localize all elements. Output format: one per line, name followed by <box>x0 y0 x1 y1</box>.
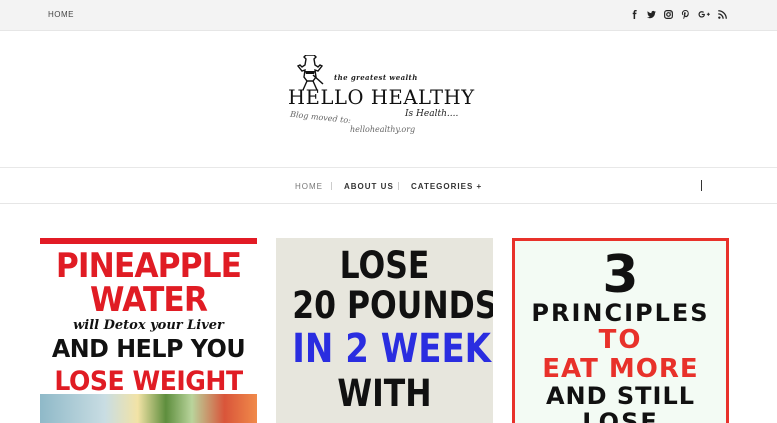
main-nav: HOME ABOUT US CATEGORIES + <box>0 168 777 204</box>
post-image-text: WATER <box>89 280 208 320</box>
post-image-text: WITH <box>337 372 432 415</box>
post-image-text: LOSE <box>339 244 430 287</box>
top-home-link[interactable]: HOME <box>48 10 74 19</box>
post-image-text: EAT MORE <box>542 354 699 384</box>
site-logo[interactable]: the greatest wealth HELLO HEALTHY Is Hea… <box>288 53 493 138</box>
post-card[interactable]: 3 PRINCIPLES TO EAT MORE AND STILL LOSE <box>512 238 729 423</box>
facebook-icon[interactable] <box>630 9 639 20</box>
post-card[interactable]: PINEAPPLE WATER will Detox your Liver AN… <box>40 238 257 423</box>
post-image-text: 3 <box>602 245 639 305</box>
post-image-text: AND STILL <box>545 382 696 410</box>
post-photo <box>40 394 257 423</box>
nav-item-home[interactable]: HOME <box>295 182 323 191</box>
logo-subtitle: Is Health.... <box>405 109 459 119</box>
pinterest-icon[interactable] <box>681 9 690 20</box>
search-toggle[interactable] <box>701 180 702 191</box>
post-grid: PINEAPPLE WATER will Detox your Liver AN… <box>0 204 777 423</box>
rss-icon[interactable] <box>718 9 727 20</box>
nav-item-about[interactable]: ABOUT US <box>344 182 394 191</box>
post-image-text: will Detox your Liver <box>73 318 224 333</box>
post-image-text: IN 2 WEEKS <box>292 326 493 372</box>
post-image-text: PRINCIPLES <box>531 299 710 327</box>
site-header: the greatest wealth HELLO HEALTHY Is Hea… <box>0 31 777 168</box>
instagram-icon[interactable] <box>664 9 673 20</box>
post-image-text: LOSE <box>582 408 659 423</box>
nav-separator <box>331 182 332 190</box>
twitter-icon[interactable] <box>647 9 656 20</box>
post-card[interactable]: LOSE 20 POUNDS IN 2 WEEKS WITH <box>276 238 493 423</box>
post-image-text: TO <box>598 325 643 355</box>
post-image-text: 20 POUNDS <box>292 284 493 327</box>
logo-moved-notice: Blog moved to: <box>289 109 352 126</box>
top-bar: HOME <box>0 0 777 31</box>
nav-item-categories[interactable]: CATEGORIES + <box>411 182 482 191</box>
logo-moved-url: hellohealthy.org <box>350 125 416 134</box>
post-image-text: AND HELP YOU <box>51 334 246 363</box>
logo-tagline: the greatest wealth <box>334 73 418 82</box>
nav-separator <box>398 182 399 190</box>
logo-title: HELLO HEALTHY <box>288 86 475 109</box>
social-links <box>630 9 727 20</box>
post-image-text: LOSE WEIGHT <box>54 366 243 397</box>
google-plus-icon[interactable] <box>698 9 710 20</box>
